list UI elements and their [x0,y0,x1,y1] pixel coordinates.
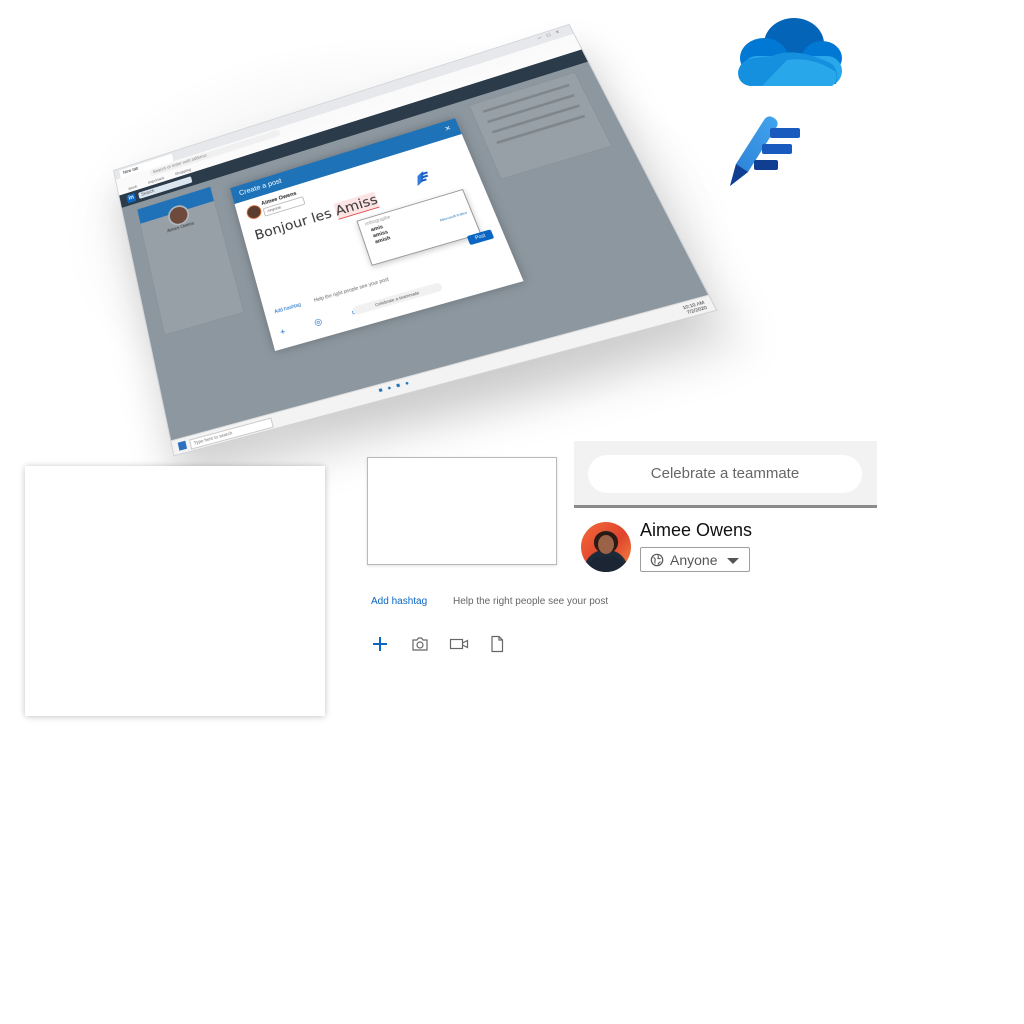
video-icon [449,638,469,650]
celebrate-teammate-button[interactable]: Celebrate a teammate [588,455,862,493]
laptop-screen-mockup: New tab –□× Search or enter web address … [113,23,718,457]
avatar-face [598,535,614,554]
modal-add-hashtag[interactable]: Add hashtag [274,302,302,315]
hashtag-help-text: Help the right people see your post [453,596,609,607]
add-photo-button[interactable] [409,634,431,654]
taskbar-clock: 10:10 AM 7/2/2020 [681,300,708,316]
chevron-down-icon [727,558,739,564]
avatar-body [588,556,624,572]
add-button[interactable] [369,634,391,654]
avatar[interactable] [581,522,631,572]
start-button[interactable] [177,440,188,451]
audience-label: Anyone [670,551,718,568]
camera-icon [412,637,428,651]
document-icon [491,635,504,653]
modal-avatar [245,203,264,221]
blank-frame [367,457,557,565]
plus-icon [373,637,387,651]
browser-window: New tab –□× Search or enter web address … [113,23,718,457]
audience-dropdown[interactable]: Anyone [640,547,750,572]
add-document-button[interactable] [486,634,508,654]
microsoft-editor-pen-icon [730,116,800,186]
celebrate-strip: Celebrate a teammate [574,441,877,508]
blank-card [25,466,325,716]
onedrive-cloud-icon [738,18,842,86]
add-video-button[interactable] [448,634,470,654]
globe-icon [650,553,664,566]
author-name: Aimee Owens [640,520,753,540]
editor-pen-icon [413,171,429,186]
add-hashtag-link[interactable]: Add hashtag [371,596,427,607]
